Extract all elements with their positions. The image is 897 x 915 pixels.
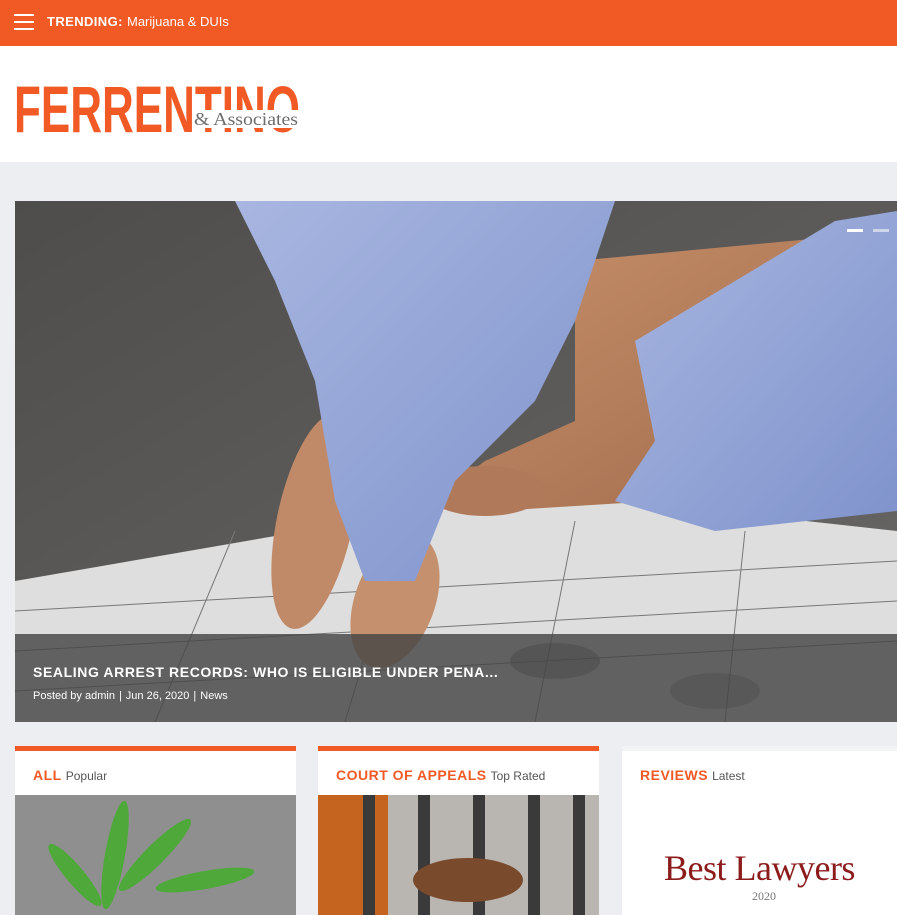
card-thumbnail[interactable]: Best Lawyers 2020: [622, 795, 897, 915]
card-filter[interactable]: Latest: [712, 769, 745, 783]
post-author[interactable]: Posted by admin: [33, 690, 115, 702]
card-title[interactable]: ALL: [33, 767, 62, 783]
category-card-reviews: REVIEWS Latest Best Lawyers 2020: [622, 746, 897, 915]
card-header: ALL Popular: [33, 767, 107, 785]
card-thumbnail[interactable]: [318, 795, 599, 915]
jail-bars-image: [318, 795, 599, 915]
site-logo[interactable]: FERRENTINO & Associates: [14, 74, 304, 138]
hero-post-title[interactable]: SEALING ARREST RECORDS: WHO IS ELIGIBLE …: [33, 664, 498, 680]
card-title[interactable]: COURT OF APPEALS: [336, 767, 487, 783]
trending-link[interactable]: Marijuana & DUIs: [127, 14, 229, 29]
best-lawyers-logo: Best Lawyers: [664, 848, 855, 888]
category-card-court-of-appeals: COURT OF APPEALS Top Rated: [318, 746, 599, 915]
meta-separator: |: [193, 690, 197, 702]
site-header: FERRENTINO & Associates: [0, 46, 897, 162]
hero-slider[interactable]: SEALING ARREST RECORDS: WHO IS ELIGIBLE …: [15, 201, 897, 722]
cannabis-leaf-image: [15, 795, 296, 915]
card-header: COURT OF APPEALS Top Rated: [336, 767, 545, 785]
card-header: REVIEWS Latest: [640, 767, 745, 785]
top-bar: TRENDING: Marijuana & DUIs: [0, 0, 897, 46]
logo-subtitle: & Associates: [194, 109, 298, 129]
category-card-all: ALL Popular: [15, 746, 296, 915]
card-filter[interactable]: Popular: [66, 769, 107, 783]
slider-dot[interactable]: [846, 229, 863, 232]
post-date: Jun 26, 2020: [125, 690, 190, 702]
slider-pagination: [841, 219, 889, 237]
trending-label: TRENDING:: [47, 14, 123, 29]
hero-caption: SEALING ARREST RECORDS: WHO IS ELIGIBLE …: [15, 634, 897, 722]
slider-dot[interactable]: [873, 229, 889, 232]
hero-post-meta: Posted by admin | Jun 26, 2020 | News: [33, 690, 228, 702]
hamburger-menu-icon[interactable]: [14, 14, 34, 30]
card-thumbnail[interactable]: [15, 795, 296, 915]
post-category[interactable]: News: [200, 690, 228, 702]
meta-separator: |: [118, 690, 122, 702]
card-title[interactable]: REVIEWS: [640, 767, 708, 783]
card-filter[interactable]: Top Rated: [491, 769, 546, 783]
